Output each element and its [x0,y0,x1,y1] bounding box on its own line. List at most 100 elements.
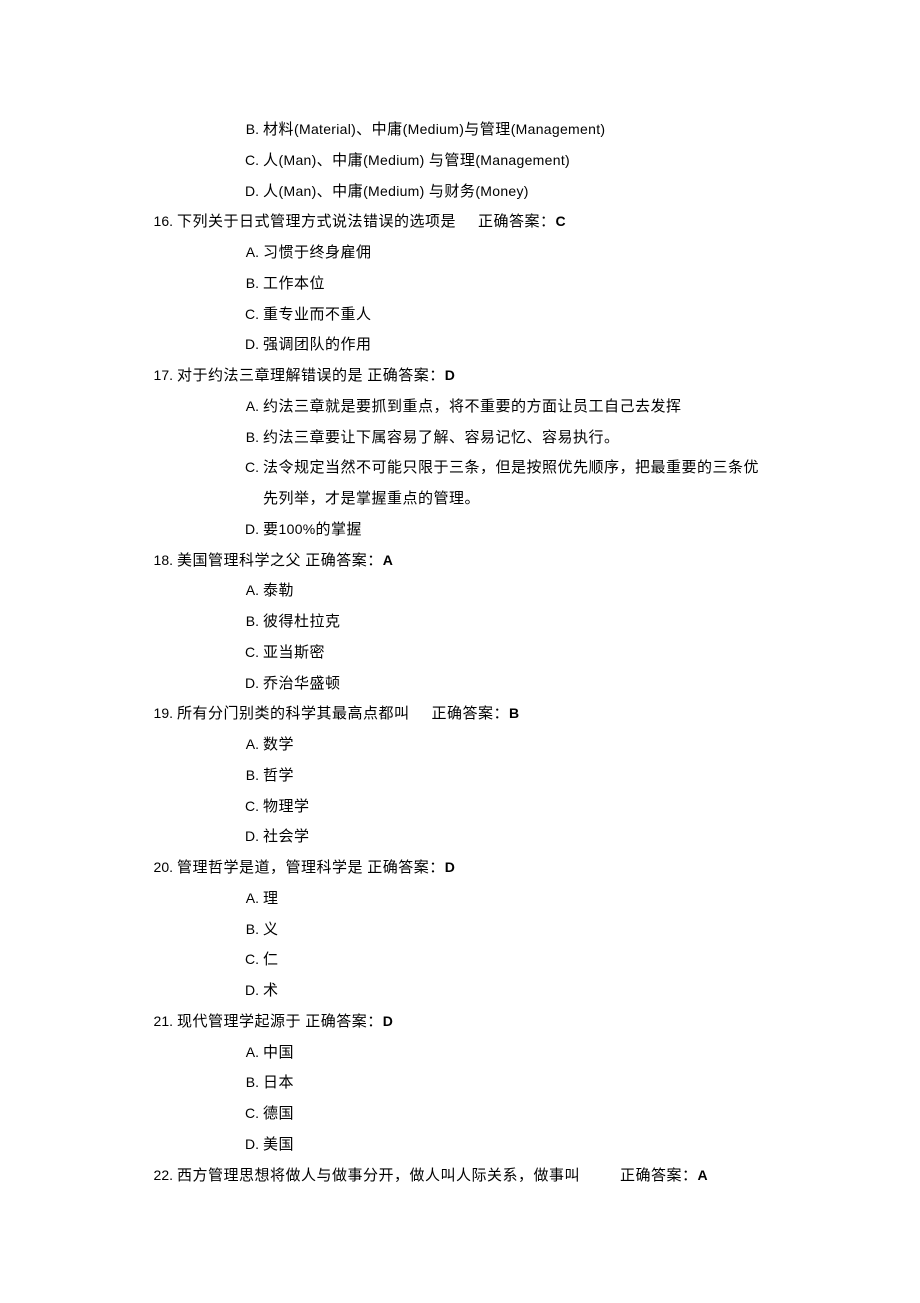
document-page: B. 材料(Material)、中庸(Medium)与管理(Management… [0,0,920,1303]
option-letter: D. [135,330,263,359]
answer-value: D [383,1013,394,1029]
option-text: 亚当斯密 [263,638,785,669]
option-row: C. 重专业而不重人 [135,300,785,331]
option-row: A. 习惯于终身雇佣 [135,238,785,269]
option-text: 术 [263,976,785,1007]
option-letter: C. [135,1099,263,1128]
question-stem: 18. 美国管理科学之父 正确答案：A [135,546,785,577]
answer-value: D [445,367,456,383]
option-text: 彼得杜拉克 [263,607,785,638]
option-row: A. 约法三章就是要抓到重点，将不重要的方面让员工自己去发挥 [135,392,785,423]
option-text: 法令规定当然不可能只限于三条，但是按照优先顺序，把最重要的三条优 [263,453,785,484]
question-stem: 19. 所有分门别类的科学其最高点都叫正确答案：B [135,699,785,730]
question-text: 美国管理科学之父 正确答案：A [177,546,393,577]
option-letter: B. [135,115,263,144]
option-letter: D. [135,177,263,206]
option-text: 要100%的掌握 [263,515,785,546]
option-letter: B. [135,269,263,298]
option-text: 美国 [263,1130,785,1161]
option-text-continuation: 先列举，才是掌握重点的管理。 [263,484,785,515]
question-text: 下列关于日式管理方式说法错误的选项是正确答案：C [177,207,566,238]
option-row: C. 物理学 [135,792,785,823]
option-text: 社会学 [263,822,785,853]
option-text: 重专业而不重人 [263,300,785,331]
question-text: 西方管理思想将做人与做事分开，做人叫人际关系，做事叫正确答案：A [177,1161,708,1192]
option-letter: B. [135,607,263,636]
option-text: 仁 [263,945,785,976]
option-row: A. 泰勒 [135,576,785,607]
option-row: C. 亚当斯密 [135,638,785,669]
option-row: A. 理 [135,884,785,915]
option-row: D. 强调团队的作用 [135,330,785,361]
question-stem: 21. 现代管理学起源于 正确答案：D [135,1007,785,1038]
option-text: 物理学 [263,792,785,823]
option-row: B. 工作本位 [135,269,785,300]
option-letter: D. [135,976,263,1005]
option-row: A. 中国 [135,1038,785,1069]
option-text: 习惯于终身雇佣 [263,238,785,269]
option-text: 日本 [263,1068,785,1099]
option-letter: C. [135,146,263,175]
option-text: 约法三章就是要抓到重点，将不重要的方面让员工自己去发挥 [263,392,785,423]
option-row: D. 美国 [135,1130,785,1161]
option-letter: C. [135,945,263,974]
option-letter: C. [135,453,263,482]
option-letter: A. [135,730,263,759]
option-row: B. 材料(Material)、中庸(Medium)与管理(Management… [135,115,785,146]
option-letter: A. [135,1038,263,1067]
option-letter: D. [135,669,263,698]
question-text: 对于约法三章理解错误的是 正确答案：D [177,361,455,392]
option-row: D. 社会学 [135,822,785,853]
question-number: 21. [135,1007,177,1036]
answer-value: C [556,213,567,229]
answer-value: A [698,1167,709,1183]
question-text: 现代管理学起源于 正确答案：D [177,1007,393,1038]
question-number: 22. [135,1161,177,1190]
option-text: 强调团队的作用 [263,330,785,361]
option-row: B. 哲学 [135,761,785,792]
option-letter: A. [135,576,263,605]
option-text: 数学 [263,730,785,761]
question-number: 18. [135,546,177,575]
option-text: 人(Man)、中庸(Medium) 与管理(Management) [263,146,785,177]
answer-value: B [509,705,520,721]
option-text: 约法三章要让下属容易了解、容易记忆、容易执行。 [263,423,785,454]
question-text: 所有分门别类的科学其最高点都叫正确答案：B [177,699,520,730]
option-row: D. 乔治华盛顿 [135,669,785,700]
option-row: B. 约法三章要让下属容易了解、容易记忆、容易执行。 [135,423,785,454]
answer-value: D [445,859,456,875]
option-letter: C. [135,300,263,329]
option-row: C. 德国 [135,1099,785,1130]
option-letter: A. [135,884,263,913]
option-text: 中国 [263,1038,785,1069]
option-letter: D. [135,822,263,851]
option-row: B. 义 [135,915,785,946]
option-letter: A. [135,392,263,421]
question-stem: 20. 管理哲学是道，管理科学是 正确答案：D [135,853,785,884]
option-letter: D. [135,1130,263,1159]
question-stem: 22. 西方管理思想将做人与做事分开，做人叫人际关系，做事叫正确答案：A [135,1161,785,1192]
option-text: 人(Man)、中庸(Medium) 与财务(Money) [263,177,785,208]
option-letter: A. [135,238,263,267]
option-letter: C. [135,638,263,667]
question-text: 管理哲学是道，管理科学是 正确答案：D [177,853,455,884]
option-row: B. 日本 [135,1068,785,1099]
option-row: D. 术 [135,976,785,1007]
option-row: C. 人(Man)、中庸(Medium) 与管理(Management) [135,146,785,177]
option-letter: B. [135,915,263,944]
option-text: 哲学 [263,761,785,792]
option-text: 理 [263,884,785,915]
option-row: B. 彼得杜拉克 [135,607,785,638]
option-row: A. 数学 [135,730,785,761]
option-text: 乔治华盛顿 [263,669,785,700]
option-letter: B. [135,1068,263,1097]
option-letter: B. [135,423,263,452]
option-letter: C. [135,792,263,821]
question-number: 19. [135,699,177,728]
option-text: 义 [263,915,785,946]
option-text: 德国 [263,1099,785,1130]
option-letter: D. [135,515,263,544]
option-text: 材料(Material)、中庸(Medium)与管理(Management) [263,115,785,146]
option-row: C. 法令规定当然不可能只限于三条，但是按照优先顺序，把最重要的三条优 [135,453,785,484]
question-stem: 16. 下列关于日式管理方式说法错误的选项是正确答案：C [135,207,785,238]
